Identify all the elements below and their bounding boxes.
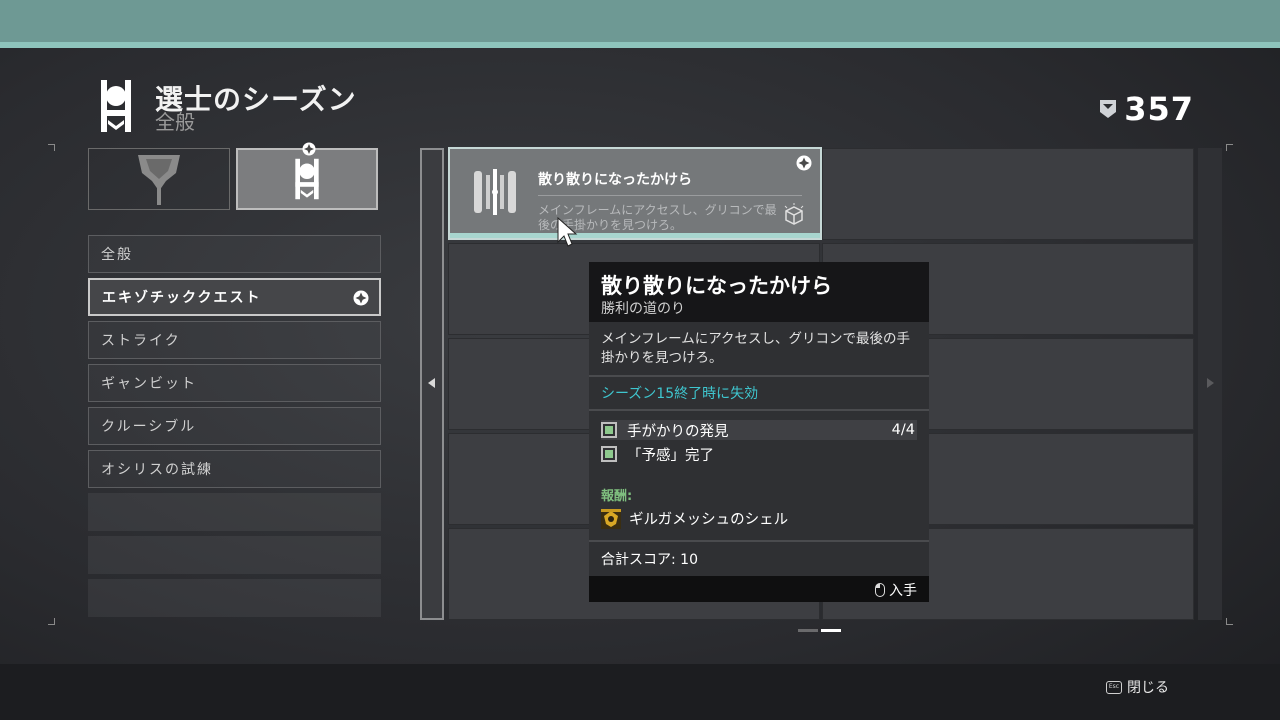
tooltip-title: 散り散りになったかけら (601, 274, 832, 298)
menu-item-label: エキゾチッククエスト (102, 290, 262, 306)
menu-item-label: 全般 (101, 247, 133, 263)
new-item-pip-icon (796, 155, 812, 171)
quest-card-progress-bar (450, 233, 820, 238)
tooltip-divider (589, 375, 929, 377)
tooltip-header: 散り散りになったかけら 勝利の道のり (589, 262, 929, 322)
menu-item-label: ストライク (101, 333, 181, 349)
mouse-icon (875, 583, 885, 597)
total-score: 合計スコア: 10 (601, 552, 698, 568)
close-label: 閉じる (1127, 680, 1169, 696)
season-emblem-icon (101, 80, 131, 132)
objective-row: 「予感」完了 (601, 444, 917, 464)
menu-item-label: ギャンビット (101, 376, 197, 392)
menu-item-empty (88, 493, 381, 531)
package-icon (784, 203, 804, 225)
quest-tooltip: 散り散りになったかけら 勝利の道のり メインフレームにアクセスし、グリコンで最後… (589, 262, 929, 602)
quest-card-divider (538, 195, 802, 196)
season-emblem-icon (295, 158, 319, 200)
vanguard-emblem-icon (138, 155, 180, 205)
tooltip-description: メインフレームにアクセスし、グリコンで最後の手掛かりを見つけろ。 (601, 331, 911, 366)
currency-display: 357 (1100, 90, 1194, 128)
corner-bracket (1226, 618, 1233, 625)
category-tile-season[interactable] (236, 142, 378, 210)
objective-label: 手がかりの発見 (627, 423, 729, 440)
checkbox-checked-icon (601, 422, 617, 438)
objective-progress: 4/4 (891, 422, 915, 438)
checkbox-checked-icon (601, 446, 617, 462)
acquire-label: 入手 (889, 583, 917, 599)
close-button[interactable]: Esc 閉じる (1106, 677, 1169, 697)
scroll-right-button[interactable] (1198, 148, 1222, 620)
menu-item-empty (88, 536, 381, 574)
quest-card-selected[interactable]: 散り散りになったかけら メインフレームにアクセスし、グリコンで最後の手掛かりを見… (448, 147, 822, 240)
ghost-shell-icon (601, 508, 621, 529)
menu-item-general[interactable]: 全般 (88, 235, 381, 273)
page-indicator-1[interactable] (798, 629, 818, 632)
category-tile-vanguard[interactable] (88, 148, 230, 210)
tooltip-divider (589, 409, 929, 411)
tooltip-subtitle: 勝利の道のり (601, 301, 685, 317)
menu-item-label: オシリスの試練 (101, 462, 213, 478)
objective-row: 手がかりの発見 4/4 (601, 420, 917, 440)
bright-dust-icon (1100, 100, 1117, 118)
menu-item-label: クルーシブル (101, 419, 197, 435)
esc-key-icon: Esc (1106, 680, 1122, 694)
objective-label: 「予感」完了 (627, 447, 714, 464)
rewards-header: 報酬: (601, 489, 633, 504)
category-menu: 全般 エキゾチッククエスト ストライク ギャンビット クルーシブル オシリスの試… (88, 235, 381, 622)
corner-bracket (48, 144, 55, 151)
tooltip-footer: 入手 (589, 576, 929, 602)
page-indicator-2[interactable] (821, 629, 841, 632)
mouse-cursor-icon (557, 216, 578, 247)
menu-item-gambit[interactable]: ギャンビット (88, 364, 381, 402)
exotic-quest-icon (474, 169, 516, 215)
menu-item-crucible[interactable]: クルーシブル (88, 407, 381, 445)
new-item-pip-icon (302, 142, 316, 156)
menu-item-trials-of-osiris[interactable]: オシリスの試練 (88, 450, 381, 488)
corner-bracket (1226, 144, 1233, 151)
new-item-pip-icon (353, 290, 369, 306)
reward-label: ギルガメッシュのシェル (629, 512, 789, 528)
acquire-action[interactable]: 入手 (875, 580, 917, 600)
chevron-right-icon (1207, 378, 1214, 388)
tooltip-divider (589, 540, 929, 542)
chevron-left-icon (428, 378, 435, 388)
bottom-bar (0, 664, 1280, 720)
corner-bracket (48, 618, 55, 625)
menu-item-exotic-quests[interactable]: エキゾチッククエスト (88, 278, 381, 316)
menu-item-empty (88, 579, 381, 617)
top-bar (0, 0, 1280, 42)
currency-value: 357 (1124, 90, 1194, 128)
reward-item: ギルガメッシュのシェル (601, 508, 788, 529)
quest-card-name: 散り散りになったかけら (538, 172, 692, 188)
page-subtitle: 全般 (155, 110, 195, 134)
scroll-left-button[interactable] (420, 148, 444, 620)
quest-slot[interactable] (822, 148, 1194, 240)
menu-item-strike[interactable]: ストライク (88, 321, 381, 359)
tooltip-expiry: シーズン15終了時に失効 (601, 386, 759, 402)
